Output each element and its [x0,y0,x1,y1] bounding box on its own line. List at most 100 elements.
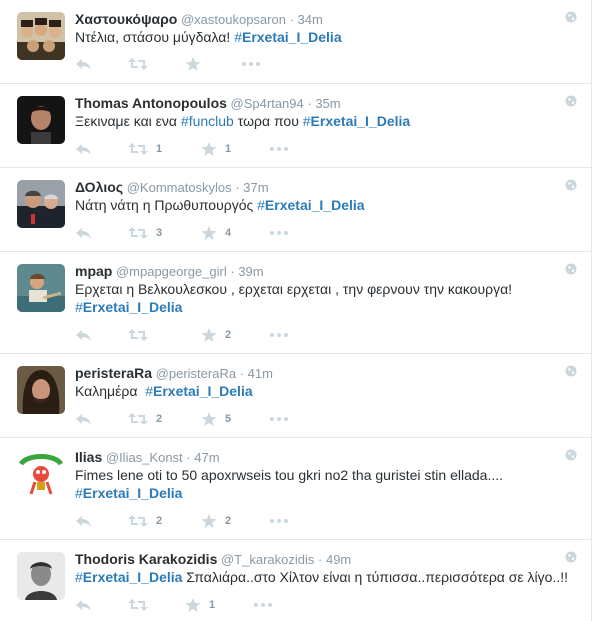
more-button[interactable] [241,56,261,72]
tweet-header: Thomas Antonopoulos @Sp4rtan94 · 35m [75,95,341,112]
avatar[interactable] [17,96,65,144]
timestamp: · 39m [230,264,264,279]
hashtag-link[interactable]: #Erxetai_I_Delia [75,299,182,315]
reply-button[interactable] [75,513,95,529]
more-dots-icon [254,603,272,607]
globe-icon [565,551,577,563]
star-icon [185,57,201,71]
reply-icon [76,516,91,527]
fullname[interactable]: mpap [75,263,112,279]
avatar[interactable] [17,366,65,414]
tweet[interactable]: Thomas Antonopoulos @Sp4rtan94 · 35m Ξεκ… [0,84,592,168]
hashtag-link[interactable]: #Erxetai_I_Delia [75,569,182,585]
globe-icon [565,179,577,191]
tweet-text: Καλημέρα #Erxetai_I_Delia [75,383,253,399]
more-button[interactable] [253,597,273,613]
username[interactable]: @Kommatoskylos [127,180,232,195]
avatar[interactable] [17,12,65,60]
fullname[interactable]: Thodoris Karakozidis [75,551,217,567]
retweet-button[interactable]: 2 [128,513,168,529]
more-button[interactable] [269,225,289,241]
hashtag-link[interactable]: #Erxetai_I_Delia [75,485,182,501]
retweet-icon [128,227,148,239]
fullname[interactable]: ΔΟλιος [75,179,123,195]
tweet-text: Ερχεται η Βελκουλεσκου , ερχεται ερχεται… [75,281,513,315]
fullname[interactable]: Ilias [75,449,102,465]
tweet-header: ΔΟλιος @Kommatoskylos · 37m [75,179,269,196]
tweet[interactable]: mpap @mpapgeorge_girl · 39m Ερχεται η Βε… [0,252,592,354]
more-dots-icon [270,231,288,235]
favorite-count: 2 [225,515,232,527]
reply-button[interactable] [75,56,95,72]
avatar[interactable] [17,180,65,228]
star-icon [185,598,201,612]
retweet-button[interactable]: 3 [128,225,168,241]
reply-button[interactable] [75,141,95,157]
more-dots-icon [270,333,288,337]
globe-icon [565,365,577,377]
retweet-button[interactable]: 1 [128,141,168,157]
favorite-button[interactable]: 1 [185,597,225,613]
favorite-count: 1 [209,599,216,611]
username[interactable]: @mpapgeorge_girl [116,264,227,279]
reply-button[interactable] [75,411,95,427]
retweet-button[interactable] [128,597,168,613]
hashtag-link[interactable]: #Erxetai_I_Delia [303,113,410,129]
reply-button[interactable] [75,225,95,241]
username[interactable]: @xastoukopsaron [181,12,286,27]
favorite-button[interactable]: 2 [201,327,241,343]
favorite-count: 1 [225,143,232,155]
tweet[interactable]: Thodoris Karakozidis @T_karakozidis · 49… [0,540,592,621]
username[interactable]: @Ilias_Konst [106,450,183,465]
reply-icon [76,59,91,70]
more-dots-icon [270,417,288,421]
hashtag-link[interactable]: #Erxetai_I_Delia [145,383,252,399]
username[interactable]: @T_karakozidis [221,552,314,567]
globe-icon [565,11,577,23]
reply-button[interactable] [75,597,95,613]
star-icon [201,412,217,426]
avatar[interactable] [17,552,65,600]
tweet-header: Thodoris Karakozidis @T_karakozidis · 49… [75,551,351,568]
reply-button[interactable] [75,327,95,343]
retweet-button[interactable] [128,56,168,72]
tweet-text: Ντέλια, στάσου μύγδαλα! #Erxetai_I_Delia [75,29,342,45]
more-button[interactable] [269,327,289,343]
tweet[interactable]: ΔΟλιος @Kommatoskylos · 37m Νάτη νάτη η … [0,168,592,252]
avatar[interactable] [17,264,65,312]
favorite-count: 5 [225,413,232,425]
retweet-count: 1 [156,143,163,155]
reply-icon [76,600,91,611]
more-dots-icon [270,147,288,151]
hashtag-link[interactable]: #funclub [181,113,234,129]
star-icon [201,142,217,156]
retweet-button[interactable]: 2 [128,411,168,427]
timestamp: · 49m [318,552,352,567]
retweet-icon [128,599,148,611]
hashtag-link[interactable]: #Erxetai_I_Delia [257,197,364,213]
username[interactable]: @peristeraRa [156,366,236,381]
fullname[interactable]: Thomas Antonopoulos [75,95,227,111]
star-icon [201,226,217,240]
favorite-button[interactable]: 1 [201,141,241,157]
retweet-button[interactable] [128,327,168,343]
tweet-header: Ilias @Ilias_Konst · 47m [75,449,220,466]
username[interactable]: @Sp4rtan94 [231,96,304,111]
tweet-header: mpap @mpapgeorge_girl · 39m [75,263,264,280]
reply-icon [76,330,91,341]
favorite-button[interactable]: 5 [201,411,241,427]
more-button[interactable] [269,411,289,427]
tweet[interactable]: Χαστουκόψαρο @xastoukopsaron · 34m Ντέλι… [0,0,592,84]
favorite-button[interactable]: 2 [201,513,241,529]
favorite-button[interactable]: 4 [201,225,241,241]
hashtag-link[interactable]: #Erxetai_I_Delia [234,29,341,45]
tweet[interactable]: Ilias @Ilias_Konst · 47m Fimes lene oti … [0,438,592,540]
more-button[interactable] [269,513,289,529]
retweet-count: 2 [156,413,163,425]
tweet[interactable]: peristeraRa @peristeraRa · 41m Καλημέρα … [0,354,592,438]
more-button[interactable] [269,141,289,157]
favorite-button[interactable] [185,56,225,72]
fullname[interactable]: Χαστουκόψαρο [75,11,177,27]
fullname[interactable]: peristeraRa [75,365,152,381]
avatar[interactable] [17,450,65,498]
